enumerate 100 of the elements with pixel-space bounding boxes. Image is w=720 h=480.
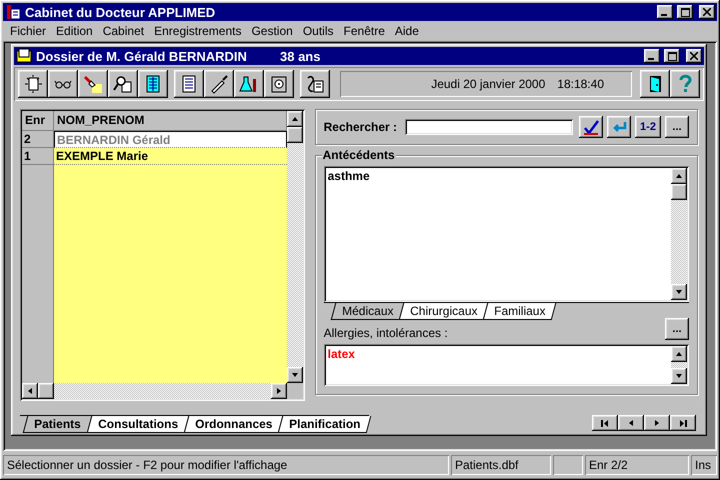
minimize-button[interactable] (644, 49, 660, 63)
down-arrow-icon (675, 288, 683, 296)
minimize-button[interactable] (657, 5, 673, 19)
tab[interactable]: Ordonnances (183, 416, 284, 433)
patient-age: 38 ans (280, 48, 322, 64)
sort-button[interactable]: 1-2 (635, 116, 661, 138)
maximize-button[interactable] (664, 49, 680, 63)
search-label: Rechercher : (324, 120, 397, 134)
close-icon (703, 8, 711, 16)
more-button[interactable]: ... (665, 318, 689, 340)
maximize-icon (680, 8, 690, 16)
first-record-button[interactable] (592, 415, 618, 431)
validate-button[interactable] (579, 116, 603, 138)
scroll-thumb[interactable] (671, 184, 687, 200)
patient-name-cell[interactable]: BERNARDIN Gérald (54, 131, 287, 148)
tab[interactable]: Chirurgicaux (398, 303, 489, 320)
toolbar-button[interactable] (234, 70, 264, 98)
back-button[interactable] (607, 116, 631, 138)
maximize-button[interactable] (677, 5, 693, 19)
folder-icon (16, 48, 32, 64)
scroll-up-button[interactable] (671, 346, 687, 362)
date-text: Jeudi 20 janvier 2000 (431, 77, 546, 91)
status-pane (553, 455, 583, 475)
menu-item[interactable]: Fichier (5, 24, 52, 38)
left-arrow-icon (26, 387, 34, 395)
status-record: Enr 2/2 (585, 455, 689, 475)
previous-record-button[interactable] (618, 415, 644, 431)
scrollbar[interactable] (22, 383, 287, 399)
toolbar-button[interactable] (108, 70, 138, 98)
tab[interactable]: Planification (278, 416, 372, 433)
toolbar-button[interactable] (48, 70, 78, 98)
scroll-thumb[interactable] (286, 127, 303, 143)
scroll-down-button[interactable] (671, 368, 687, 384)
right-arrow-icon (274, 387, 283, 395)
menu-item[interactable]: Aide (390, 24, 424, 38)
down-arrow-icon (675, 372, 683, 380)
menu-item[interactable]: Gestion (246, 24, 298, 38)
syringe-icon (209, 74, 229, 94)
window-title: Cabinet du Docteur APPLIMED (25, 4, 216, 20)
next-icon (653, 419, 661, 427)
record-number-cell: 1 (22, 148, 54, 165)
patient-name-cell[interactable]: EXEMPLE Marie (54, 148, 287, 165)
more-button[interactable]: ... (665, 116, 689, 138)
scrollbar[interactable] (286, 111, 303, 383)
tab[interactable]: Familiaux (483, 303, 557, 320)
record-number-cell: 2 (22, 131, 54, 148)
scroll-up-button[interactable] (286, 111, 303, 127)
menu-item[interactable]: Fenêtre (338, 24, 390, 38)
scrollbar[interactable] (671, 168, 687, 300)
scroll-left-button[interactable] (22, 383, 38, 399)
scroll-up-button[interactable] (671, 168, 687, 184)
new-document-icon (23, 74, 43, 94)
tab[interactable]: Patients (22, 416, 92, 433)
last-record-icon (678, 419, 688, 427)
status-mode: Ins (691, 455, 717, 475)
up-arrow-icon (290, 115, 299, 123)
help-button[interactable] (670, 70, 700, 98)
magnifier-icon (113, 74, 133, 94)
previous-icon (627, 419, 635, 427)
flashlight-icon (83, 74, 103, 94)
scrollbar[interactable] (671, 346, 687, 384)
up-arrow-icon (675, 172, 683, 180)
search-field[interactable] (405, 119, 573, 135)
last-record-button[interactable] (670, 415, 696, 431)
window-title: Dossier de M. Gérald BERNARDIN (36, 48, 248, 64)
status-message: Sélectionner un dossier - F2 pour modifier l'affichage (3, 455, 449, 475)
group-title: Antécédents (322, 148, 396, 162)
scroll-down-button[interactable] (286, 367, 303, 383)
menu-item[interactable]: Edition (51, 24, 98, 38)
scroll-down-button[interactable] (671, 284, 687, 300)
toolbar-button[interactable] (78, 70, 108, 98)
menu-item[interactable]: Outils (298, 24, 339, 38)
first-record-icon (600, 419, 610, 427)
maximize-icon (668, 52, 676, 60)
checkmark-icon (583, 119, 599, 135)
scroll-right-button[interactable] (270, 383, 287, 399)
exit-button[interactable] (640, 70, 670, 98)
time-text: 18:18:40 (557, 77, 604, 91)
status-file: Patients.dbf (451, 455, 551, 475)
toolbar-button[interactable] (300, 70, 330, 98)
toolbar-button[interactable] (18, 70, 48, 98)
menu-item[interactable]: Cabinet (98, 24, 150, 38)
close-button[interactable] (699, 5, 715, 19)
down-arrow-icon (290, 371, 299, 379)
toolbar-button[interactable] (264, 70, 294, 98)
close-icon (690, 52, 698, 60)
toolbar-button[interactable] (174, 70, 204, 98)
allergies-field[interactable]: latex (324, 344, 689, 386)
toolbar-button[interactable] (204, 70, 234, 98)
antecedents-field[interactable]: asthme (324, 166, 689, 302)
close-button[interactable] (686, 49, 702, 63)
next-record-button[interactable] (644, 415, 670, 431)
menu-item[interactable]: Enregistrements (149, 24, 246, 38)
up-arrow-icon (675, 350, 683, 358)
toolbar-button[interactable] (138, 70, 168, 98)
tab[interactable]: Médicaux (330, 303, 404, 320)
allergies-label: Allergies, intolérances : (324, 326, 448, 340)
scroll-thumb[interactable] (38, 383, 54, 399)
flask-icon (239, 74, 259, 94)
tab[interactable]: Consultations (86, 416, 189, 433)
